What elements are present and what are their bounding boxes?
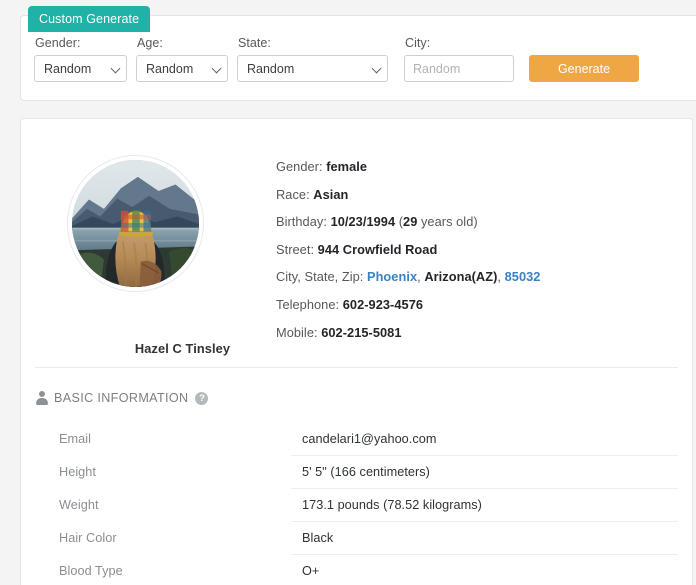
detail-street: Street: 944 Crowfield Road: [276, 242, 678, 257]
profile-card: Hazel C Tinsley Gender: female Race: Asi…: [20, 118, 693, 585]
detail-mobile-value: 602-215-5081: [321, 324, 402, 340]
detail-age-number: 29: [403, 214, 418, 230]
detail-telephone-label: Telephone:: [276, 296, 340, 312]
row-value: Black: [291, 521, 678, 554]
detail-gender-label: Gender:: [276, 159, 323, 174]
age-select-value: Random: [146, 61, 194, 76]
age-label: Age:: [137, 36, 163, 50]
csz-comma-1: ,: [417, 269, 421, 285]
zip-link[interactable]: 85032: [505, 269, 541, 284]
table-row: Hair Color Black: [21, 521, 692, 554]
city-input[interactable]: [404, 55, 514, 82]
profile-summary: Hazel C Tinsley Gender: female Race: Asi…: [21, 119, 692, 368]
basic-information-title: BASIC INFORMATION: [54, 391, 189, 405]
table-row: Height 5' 5" (166 centimeters): [21, 455, 692, 488]
gender-select[interactable]: Random: [34, 55, 127, 82]
row-label: Blood Type: [59, 563, 123, 578]
detail-state-value: Arizona(AZ): [424, 269, 498, 285]
city-link[interactable]: Phoenix: [367, 269, 417, 284]
generator-form: Gender: Random Age: Random State: Random: [34, 36, 639, 82]
generate-button[interactable]: Generate: [529, 55, 639, 82]
field-city: City:: [404, 36, 514, 82]
chevron-down-icon: [211, 63, 222, 73]
detail-street-value: 944 Crowfield Road: [317, 241, 438, 257]
basic-information-header: BASIC INFORMATION ?: [21, 387, 692, 409]
detail-mobile-label: Mobile:: [276, 324, 318, 340]
age-select[interactable]: Random: [136, 55, 228, 82]
state-select[interactable]: Random: [237, 55, 388, 82]
avatar-block: Hazel C Tinsley: [68, 156, 230, 356]
table-row: Email candelari1@yahoo.com: [21, 422, 692, 455]
detail-birthday: Birthday: 10/23/1994 (29 years old): [276, 214, 678, 229]
avatar[interactable]: [68, 156, 203, 291]
row-value: O+: [291, 554, 678, 585]
tab-custom-generate[interactable]: Custom Generate: [28, 6, 151, 32]
person-icon: [35, 391, 48, 405]
detail-race-label: Race:: [276, 186, 310, 202]
detail-age-suffix: years old): [417, 214, 478, 230]
row-label: Email: [59, 431, 91, 446]
field-age: Age: Random: [136, 36, 228, 82]
row-label: Weight: [59, 497, 99, 512]
field-gender: Gender: Random: [34, 36, 127, 82]
detail-csz-label: City, State, Zip:: [276, 269, 364, 285]
table-row: Weight 173.1 pounds (78.52 kilograms): [21, 488, 692, 521]
city-label: City:: [405, 36, 431, 50]
detail-city-state-zip: City, State, Zip: Phoenix, Arizona(AZ), …: [276, 269, 678, 284]
avatar-photo: [72, 160, 199, 287]
gender-label: Gender:: [35, 36, 81, 50]
row-label: Height: [59, 464, 96, 479]
detail-birthday-value: 10/23/1994: [330, 214, 396, 230]
row-value: 173.1 pounds (78.52 kilograms): [291, 488, 678, 521]
row-label: Hair Color: [59, 530, 117, 545]
chevron-down-icon: [371, 63, 382, 73]
row-value: candelari1@yahoo.com: [302, 431, 437, 446]
detail-street-label: Street:: [276, 241, 315, 257]
detail-race: Race: Asian: [276, 187, 678, 202]
row-value: 5' 5" (166 centimeters): [291, 455, 678, 488]
detail-gender-value: female: [326, 159, 368, 174]
csz-comma-2: ,: [497, 269, 502, 285]
detail-race-value: Asian: [313, 186, 349, 202]
detail-birthday-label: Birthday:: [276, 214, 327, 230]
field-state: State: Random: [237, 36, 388, 82]
detail-mobile: Mobile: 602-215-5081: [276, 325, 678, 340]
basic-information-section: BASIC INFORMATION ? Email candelari1@yah…: [21, 387, 692, 585]
state-select-value: Random: [247, 61, 295, 76]
page-root: Gender: Random Age: Random State: Random: [0, 0, 696, 585]
detail-telephone: Telephone: 602-923-4576: [276, 297, 678, 312]
detail-gender: Gender: female: [276, 159, 678, 174]
basic-information-table: Email candelari1@yahoo.com Height 5' 5" …: [21, 422, 692, 585]
table-row: Blood Type O+: [21, 554, 692, 585]
section-divider: [35, 367, 678, 368]
state-label: State:: [238, 36, 271, 50]
tab-strip: Custom Generate: [28, 6, 151, 32]
detail-telephone-value: 602-923-4576: [342, 296, 424, 312]
profile-details: Gender: female Race: Asian Birthday: 10/…: [276, 159, 678, 352]
profile-name: Hazel C Tinsley: [134, 341, 231, 356]
gender-select-value: Random: [44, 61, 92, 76]
chevron-down-icon: [110, 63, 121, 73]
help-icon[interactable]: ?: [195, 391, 209, 405]
